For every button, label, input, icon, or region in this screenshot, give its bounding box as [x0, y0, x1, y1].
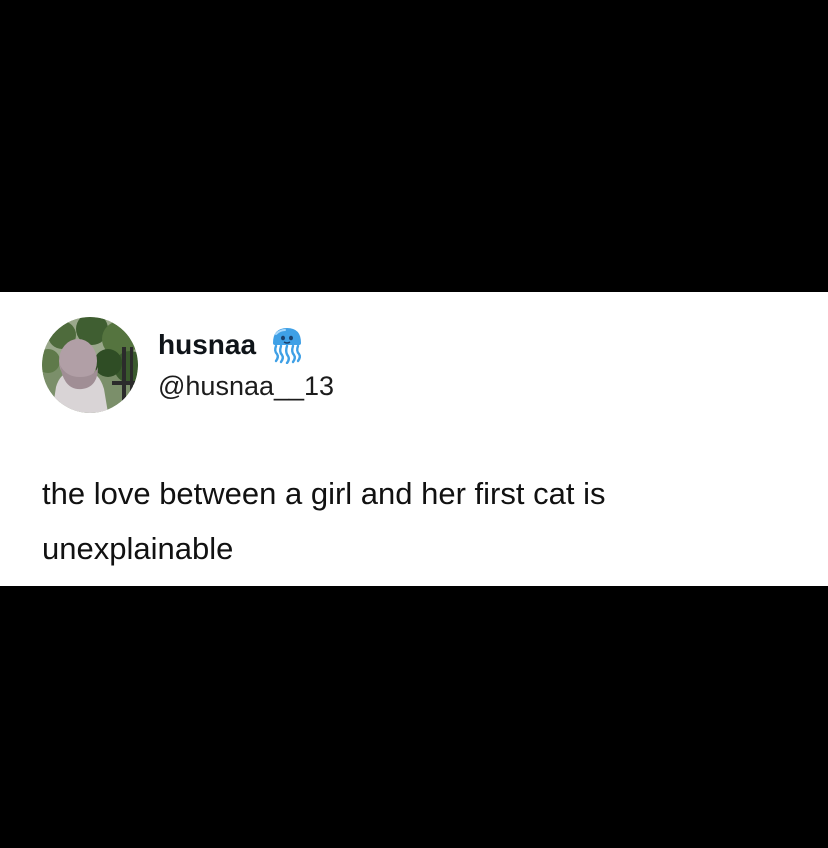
- post-text: the love between a girl and her first ca…: [42, 476, 606, 566]
- avatar[interactable]: [42, 317, 138, 413]
- author-name-row: husnaa: [158, 326, 304, 365]
- avatar-photo: [42, 317, 138, 413]
- handle[interactable]: @husnaa__13: [158, 370, 334, 402]
- jellyfish-icon: [270, 326, 304, 365]
- display-name[interactable]: husnaa: [158, 329, 256, 361]
- post-card: husnaa @husnaa__13 the love between a gi…: [0, 292, 828, 586]
